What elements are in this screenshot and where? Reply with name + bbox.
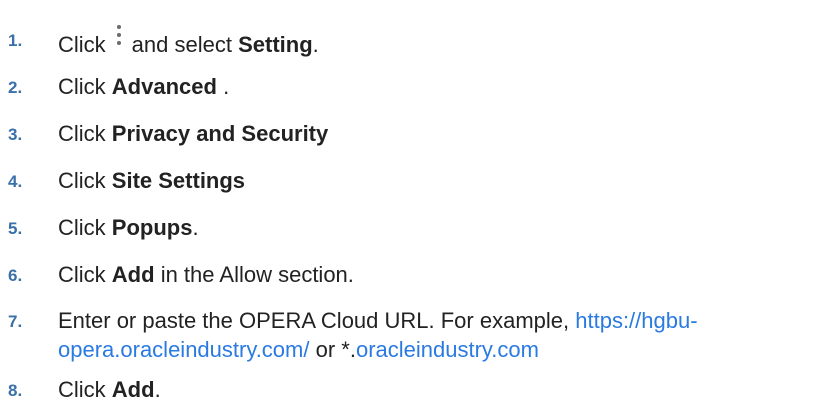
step-suffix: . bbox=[223, 74, 230, 99]
advanced-label: Advanced bbox=[111, 74, 217, 99]
opera-url-link-line2[interactable]: opera.oracleindustry.com/ bbox=[58, 337, 310, 362]
oracleindustry-link[interactable]: oracleindustry.com bbox=[356, 337, 539, 362]
step-number: 4. bbox=[8, 172, 23, 191]
step-prefix: Click bbox=[58, 32, 106, 57]
step-number: 5. bbox=[8, 219, 23, 238]
step-number: 6. bbox=[8, 266, 23, 285]
opera-url-link-line1[interactable]: https://hgbu- bbox=[575, 308, 697, 333]
step-suffix: in the Allow section. bbox=[160, 262, 354, 287]
step-body: Enter or paste the OPERA Cloud URL. For … bbox=[58, 308, 570, 333]
step-number: 8. bbox=[8, 381, 23, 400]
step-text: Click Advanced . bbox=[58, 72, 831, 101]
popups-label: Popups bbox=[111, 215, 193, 240]
step-prefix: Click bbox=[58, 215, 106, 240]
add-label: Add bbox=[111, 377, 155, 402]
step-suffix: . bbox=[154, 377, 161, 402]
step-suffix: . bbox=[192, 215, 199, 240]
add-label: Add bbox=[111, 262, 155, 287]
step-number: 7. bbox=[8, 312, 23, 331]
step-prefix: Click bbox=[58, 121, 106, 146]
step-text: Click Add in the Allow section. bbox=[58, 260, 831, 289]
step-prefix: Click bbox=[58, 262, 106, 287]
step-text: Click Site Settings bbox=[58, 166, 831, 195]
step-mid: and select bbox=[131, 32, 232, 57]
step-text: Click and select Setting. bbox=[58, 25, 831, 59]
step-suffix: . bbox=[312, 32, 319, 57]
step-prefix: Click bbox=[58, 377, 106, 402]
more-vert-icon bbox=[115, 25, 124, 49]
step-number: 2. bbox=[8, 78, 23, 97]
step-prefix: Click bbox=[58, 74, 106, 99]
step-text: Click Add. bbox=[58, 375, 831, 404]
site-settings-label: Site Settings bbox=[111, 168, 246, 193]
step-or: or *. bbox=[315, 337, 356, 362]
step-number: 3. bbox=[8, 125, 23, 144]
setting-label: Setting bbox=[238, 32, 313, 57]
step-text: Click Popups. bbox=[58, 213, 831, 242]
step-text: Click Privacy and Security bbox=[58, 119, 831, 148]
step-prefix: Click bbox=[58, 168, 106, 193]
step-number: 1. bbox=[8, 31, 23, 50]
privacy-security-label: Privacy and Security bbox=[111, 121, 329, 146]
step-text: Enter or paste the OPERA Cloud URL. For … bbox=[58, 306, 831, 364]
